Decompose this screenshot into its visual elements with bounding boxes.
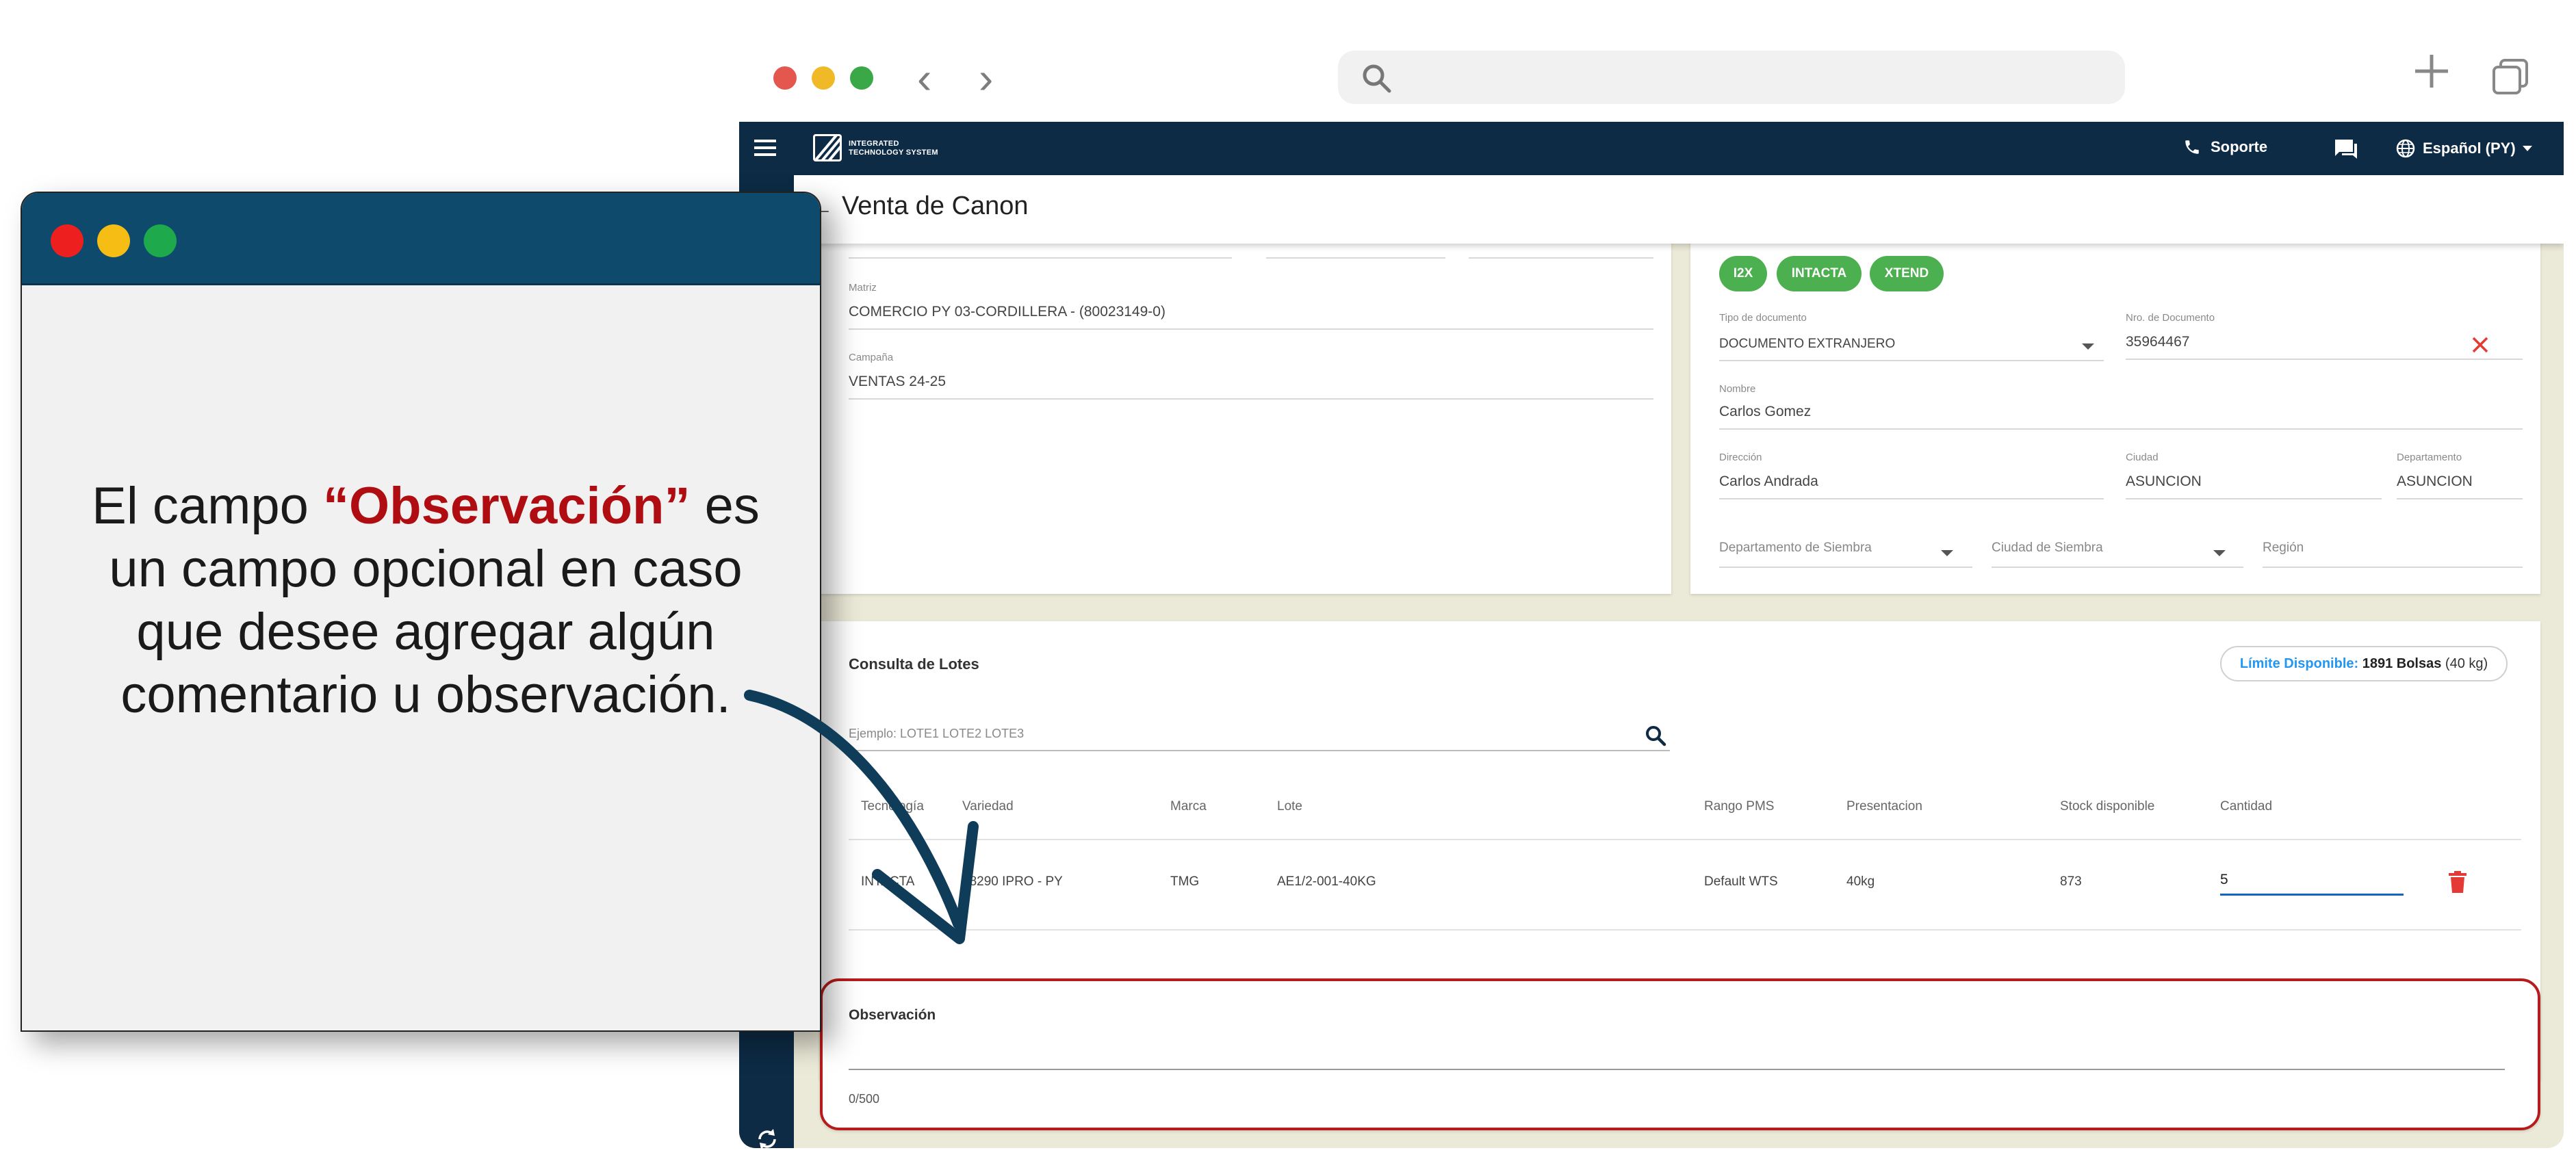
support-link[interactable]: Soporte [2183,138,2267,156]
cell-presentacion: 40kg [1846,874,1875,889]
matriz-value[interactable]: COMERCIO PY 03-CORDILLERA - (80023149-0) [849,304,1165,320]
nombre-label: Nombre [1719,383,1756,395]
campania-label: Campaña [849,352,894,363]
ciudad-label: Ciudad [2126,452,2159,463]
maximize-dot[interactable] [850,66,873,90]
callout-highlight: “Observación” [323,477,691,535]
observacion-counter: 0/500 [849,1092,880,1106]
globe-icon [2396,139,2415,158]
address-bar[interactable] [1338,51,2125,104]
new-tab-icon[interactable] [2412,52,2451,90]
observacion-card: Observación 0/500 [820,978,2540,1130]
page-title: Venta de Canon [842,192,1029,220]
cell-stock: 873 [2060,874,2082,889]
cell-variedad: 18290 IPRO - PY [962,874,1063,889]
col-marca: Marca [1170,799,1207,814]
chat-icon[interactable] [2334,138,2358,160]
sync-icon[interactable] [754,1126,780,1148]
language-label: Español (PY) [2423,140,2516,157]
depto-siembra-select[interactable]: Departamento de Siembra [1719,541,1872,556]
top-bar: INTEGRATED TECHNOLOGY SYSTEM Soporte Esp… [739,122,2564,175]
observacion-label: Observación [849,1007,936,1023]
chip-xtend: XTEND [1870,256,1944,291]
back-nav-icon[interactable]: ‹ [917,53,931,103]
nro-doc-label: Nro. de Documento [2126,312,2215,324]
callout-maximize-dot [144,224,177,257]
page-header: ← Venta de Canon [794,175,2564,244]
logo-text: INTEGRATED TECHNOLOGY SYSTEM [849,140,938,157]
col-variedad: Variedad [962,799,1014,814]
callout-header [22,193,820,285]
direccion-field[interactable]: Carlos Andrada [1719,473,1818,490]
chevron-down-icon[interactable] [2213,550,2226,556]
chevron-down-icon[interactable] [2082,343,2094,350]
region-field[interactable]: Región [2263,541,2304,556]
cell-marca: TMG [1170,874,1200,889]
delete-icon[interactable] [2449,871,2466,893]
logo-icon [813,134,842,161]
lotes-title: Consulta de Lotes [849,655,979,673]
app-window: INTEGRATED TECHNOLOGY SYSTEM Soporte Esp… [739,122,2564,1148]
ciudad-field[interactable]: ASUNCION [2126,473,2202,490]
col-rango-pms: Rango PMS [1704,799,1775,814]
chevron-down-icon [2522,146,2532,151]
callout-window: El campo “Observación” es un campo opcio… [21,192,821,1032]
col-lote: Lote [1277,799,1302,814]
window-controls [773,66,873,90]
cell-lote: AE1/2-001-40KG [1277,874,1376,889]
limit-badge: Límite Disponible: 1891 Bolsas (40 kg) [2220,646,2508,681]
tabs-overview-icon[interactable] [2491,57,2529,96]
search-icon [1363,64,1391,93]
direccion-label: Dirección [1719,452,1762,463]
col-tecnologia: Tecnología [861,799,924,814]
matriz-label: Matriz [849,282,877,294]
departamento-label: Departamento [2397,452,2462,463]
language-selector[interactable]: Español (PY) [2395,138,2532,159]
callout-close-dot [51,224,83,257]
callout-minimize-dot [97,224,130,257]
chevron-down-icon[interactable] [1941,550,1953,556]
callout-text-before: El campo [92,477,324,535]
observacion-input[interactable] [849,1029,2505,1070]
cell-tecnologia: INTACTA [861,874,915,889]
minimize-dot[interactable] [812,66,835,90]
phone-icon [2185,140,2199,154]
nombre-field[interactable]: Carlos Gomez [1719,404,1811,420]
tipo-doc-select[interactable]: DOCUMENTO EXTRANJERO [1719,337,1895,352]
chip-intacta: INTACTA [1777,256,1862,291]
callout-text: El campo “Observación” es un campo opcio… [63,475,788,727]
clear-icon[interactable] [2471,335,2490,354]
menu-icon[interactable] [754,140,776,156]
nro-doc-field[interactable]: 35964467 [2126,334,2189,350]
limit-key: Límite Disponible: [2239,656,2359,671]
col-stock: Stock disponible [2060,799,2155,814]
limit-unit: (40 kg) [2445,656,2488,671]
tipo-doc-label: Tipo de documento [1719,312,1807,324]
limit-value: 1891 Bolsas [2362,656,2442,671]
ciudad-siembra-select[interactable]: Ciudad de Siembra [1992,541,2103,556]
campania-value[interactable]: VENTAS 24-25 [849,374,946,390]
col-cantidad: Cantidad [2220,799,2273,814]
cantidad-input[interactable]: 5 [2220,872,2228,888]
col-presentacion: Presentacion [1846,799,1922,814]
sale-info-card: Matriz COMERCIO PY 03-CORDILLERA - (8002… [820,237,1671,594]
forward-nav-icon[interactable]: › [979,53,993,103]
chip-i2x: I2X [1719,256,1767,291]
departamento-field[interactable]: ASUNCION [2397,473,2473,490]
support-label: Soporte [2211,138,2268,155]
search-icon[interactable] [1644,724,1667,747]
lotes-search-input[interactable]: Ejemplo: LOTE1 LOTE2 LOTE3 [849,727,1024,741]
cell-rango-pms: Default WTS [1704,874,1778,889]
close-dot[interactable] [773,66,797,90]
